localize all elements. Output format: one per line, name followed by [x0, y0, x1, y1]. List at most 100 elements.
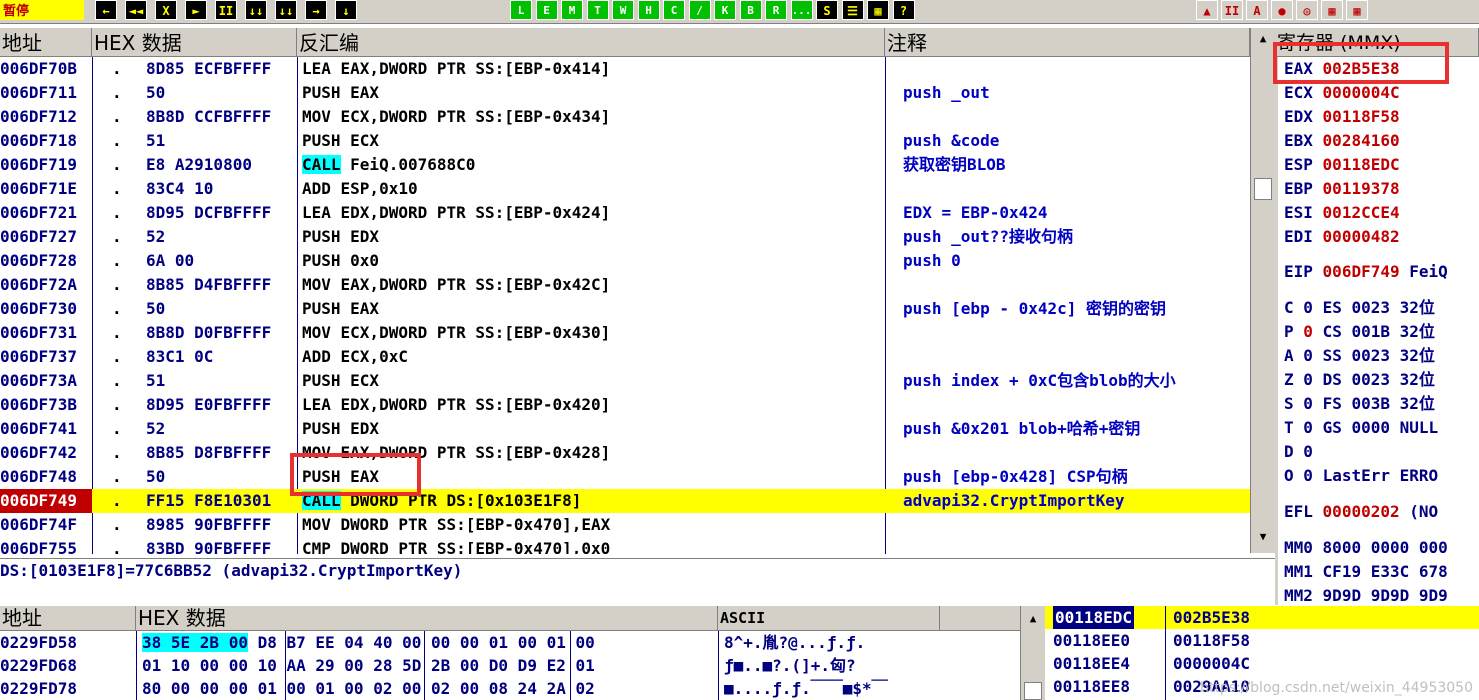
toolbar-button[interactable]: R — [765, 0, 787, 20]
scroll-up-icon[interactable]: ▲ — [1254, 32, 1272, 50]
toolbar-button[interactable]: B — [739, 0, 762, 20]
disasm-row[interactable]: 006DF728. 6A 00 PUSH 0x0 push 0 — [0, 249, 1250, 273]
disasm-row[interactable]: 006DF742. 8B85 D8FBFFFF MOV EAX,DWORD PTR … — [0, 441, 1250, 465]
scroll-down-icon[interactable]: ▼ — [1254, 530, 1272, 548]
toolbar-button[interactable]: E — [535, 0, 558, 20]
disasm-row[interactable]: 006DF74F. 8985 90FBFFFF MOV DWORD PTR SS:[… — [0, 513, 1250, 537]
flag-row[interactable]: P 0 CS 001B 32位 — [1284, 320, 1435, 344]
toolbar-button[interactable]: ↓↓ — [275, 0, 297, 20]
toolbar-button[interactable]: M — [561, 0, 583, 20]
scroll-thumb[interactable] — [1254, 178, 1272, 200]
disasm-header-comment[interactable]: 注释 — [885, 28, 1250, 57]
disasm-row[interactable]: 006DF755. 83BD 90FBFFFF CMP DWORD PTR SS:[… — [0, 537, 1250, 554]
toolbar-button[interactable]: ▦ — [1346, 0, 1368, 20]
flag-row[interactable]: T 0 GS 0000 NULL — [1284, 416, 1438, 440]
disasm-row[interactable]: 006DF719. E8 A2910800 CALL FeiQ.007688C0 获取… — [0, 153, 1250, 177]
toolbar-button[interactable]: ? — [892, 0, 915, 20]
row-instruction: PUSH 0x0 — [302, 251, 380, 270]
register-row[interactable]: EDI 00000482 — [1284, 225, 1400, 249]
disasm-row[interactable]: 006DF73A. 51 PUSH ECX push index + 0xC包含blo… — [0, 369, 1250, 393]
register-row[interactable]: ECX 0000004C — [1284, 81, 1400, 105]
toolbar-button[interactable]: ◄◄ — [125, 0, 147, 20]
toolbar-button[interactable]: ● — [1271, 0, 1293, 20]
register-efl[interactable]: EFL 00000202 (NO — [1284, 500, 1438, 524]
register-mmx[interactable]: MM2 9D9D 9D9D 9D9 — [1284, 584, 1448, 605]
dump-scroll-thumb[interactable] — [1024, 682, 1042, 700]
segment-bits: NULL — [1399, 418, 1439, 437]
disasm-row[interactable]: 006DF731. 8B8D D0FBFFFF MOV ECX,DWORD PTR … — [0, 321, 1250, 345]
disasm-row[interactable]: 006DF711. 50 PUSH EAX push _out — [0, 81, 1250, 105]
dump-header-ascii[interactable]: ASCII — [718, 606, 940, 631]
dump-hex[interactable]: 01 10 00 00 10 AA 29 00 28 5D 2B 00 D0 D… — [142, 654, 595, 677]
toolbar-button[interactable]: ... — [790, 0, 813, 20]
disasm-row[interactable]: 006DF721. 8D95 DCFBFFFF LEA EDX,DWORD PTR … — [0, 201, 1250, 225]
toolbar-button[interactable]: ▦ — [867, 0, 889, 20]
disasm-row[interactable]: 006DF748. 50 PUSH EAX push [ebp-0x428] CSP句… — [0, 465, 1250, 489]
dump-scrollbar[interactable]: ▲ — [1020, 606, 1045, 700]
toolbar-button[interactable]: K — [714, 0, 736, 20]
disasm-header-disassembly[interactable]: 反汇编 — [297, 28, 885, 57]
disasm-row[interactable]: 006DF737. 83C1 0C ADD ECX,0xC — [0, 345, 1250, 369]
toolbar-button[interactable]: ↓ — [335, 0, 357, 20]
flag-row[interactable]: C 0 ES 0023 32位 — [1284, 296, 1435, 320]
stack-row[interactable]: 00118EDC 002B5E38 — [1045, 606, 1479, 629]
toolbar-button[interactable]: T — [586, 0, 609, 20]
registers-pane[interactable]: EAX 002B5E38 ECX 0000004C EDX 00118F58 E… — [1278, 57, 1479, 605]
dump-hex[interactable]: 38 5E 2B 00 D8 B7 EE 04 40 00 00 00 01 0… — [142, 631, 595, 654]
toolbar-button[interactable]: ▦ — [1321, 0, 1343, 20]
disasm-scrollbar[interactable]: ▲ ▼ — [1250, 28, 1275, 553]
dump-hex[interactable]: 80 00 00 00 01 00 01 00 02 00 02 00 08 2… — [142, 677, 595, 700]
dump-scroll-up-icon[interactable]: ▲ — [1024, 612, 1042, 626]
flag-row[interactable]: Z 0 DS 0023 32位 — [1284, 368, 1435, 392]
flag-row[interactable]: S 0 FS 003B 32位 — [1284, 392, 1435, 416]
dump-header-hex[interactable]: HEX 数据 — [136, 606, 718, 631]
disasm-row[interactable]: 006DF70B. 8D85 ECFBFFFF LEA EAX,DWORD PTR … — [0, 57, 1250, 81]
flag-row[interactable]: A 0 SS 0023 32位 — [1284, 344, 1435, 368]
disasm-header-address[interactable]: 地址 — [0, 28, 92, 57]
register-mmx[interactable]: MM0 8000 0000 000 — [1284, 536, 1448, 560]
toolbar-button[interactable]: A — [1246, 0, 1268, 20]
disasm-row[interactable]: 006DF749. FF15 F8E10301 CALL DWORD PTR DS:… — [0, 489, 1250, 513]
toolbar-button[interactable]: H — [637, 0, 660, 20]
memory-dump-pane[interactable]: 0229FD58 38 5E 2B 00 D8 B7 EE 04 40 00 00… — [0, 631, 1040, 700]
register-row[interactable]: ESP 00118EDC — [1284, 153, 1400, 177]
stack-row[interactable]: 00118EE0 00118F58 — [1045, 629, 1479, 652]
register-row[interactable]: EBX 00284160 — [1284, 129, 1400, 153]
disasm-row[interactable]: 006DF718. 51 PUSH ECX push &code — [0, 129, 1250, 153]
registers-header[interactable]: 寄存器 (MMX) — [1275, 28, 1479, 57]
register-row[interactable]: EBP 00119378 — [1284, 177, 1400, 201]
flag-row[interactable]: O 0 LastErr ERRO — [1284, 464, 1438, 488]
register-row[interactable]: EDX 00118F58 — [1284, 105, 1400, 129]
toolbar-button[interactable]: C — [663, 0, 685, 20]
disasm-row[interactable]: 006DF72A. 8B85 D4FBFFFF MOV EAX,DWORD PTR … — [0, 273, 1250, 297]
toolbar-button[interactable]: II — [1221, 0, 1243, 20]
register-mmx[interactable]: MM1 CF19 E33C 678 — [1284, 560, 1448, 584]
toolbar-button[interactable]: / — [688, 0, 711, 20]
disasm-row[interactable]: 006DF71E. 83C4 10 ADD ESP,0x10 — [0, 177, 1250, 201]
register-row[interactable]: EAX 002B5E38 — [1284, 57, 1400, 81]
disasm-row[interactable]: 006DF73B. 8D95 E0FBFFFF LEA EDX,DWORD PTR … — [0, 393, 1250, 417]
disasm-row[interactable]: 006DF712. 8B8D CCFBFFFF MOV ECX,DWORD PTR … — [0, 105, 1250, 129]
toolbar-button[interactable]: II — [215, 0, 237, 20]
toolbar-button[interactable]: S — [816, 0, 838, 20]
dump-header-address[interactable]: 地址 — [0, 606, 136, 631]
disasm-row[interactable]: 006DF727. 52 PUSH EDX push _out??接收句柄 — [0, 225, 1250, 249]
toolbar-button[interactable]: ◎ — [1296, 0, 1318, 20]
flag-row[interactable]: D 0 — [1284, 440, 1313, 464]
toolbar-button[interactable]: ← — [95, 0, 117, 20]
toolbar-button[interactable]: W — [612, 0, 634, 20]
disasm-row[interactable]: 006DF741. 52 PUSH EDX push &0x201 blob+哈希+密… — [0, 417, 1250, 441]
disasm-row[interactable]: 006DF730. 50 PUSH EAX push [ebp - 0x42c] 密钥… — [0, 297, 1250, 321]
toolbar-button[interactable]: ▲ — [1196, 0, 1218, 20]
disasm-header-hex[interactable]: HEX 数据 — [92, 28, 297, 57]
toolbar-button[interactable]: X — [155, 0, 177, 20]
toolbar-button[interactable]: L — [510, 0, 532, 20]
register-row[interactable]: ESI 0012CCE4 — [1284, 201, 1400, 225]
disassembly-pane[interactable]: 006DF70B. 8D85 ECFBFFFF LEA EAX,DWORD PTR … — [0, 57, 1250, 554]
toolbar-button[interactable]: ► — [185, 0, 207, 20]
stack-row[interactable]: 00118EE4 0000004C — [1045, 652, 1479, 675]
toolbar-button[interactable]: ↓↓ — [245, 0, 267, 20]
toolbar-button[interactable]: ☰ — [841, 0, 864, 20]
toolbar-button[interactable]: → — [305, 0, 327, 20]
register-eip[interactable]: EIP 006DF749 FeiQ — [1284, 260, 1448, 284]
